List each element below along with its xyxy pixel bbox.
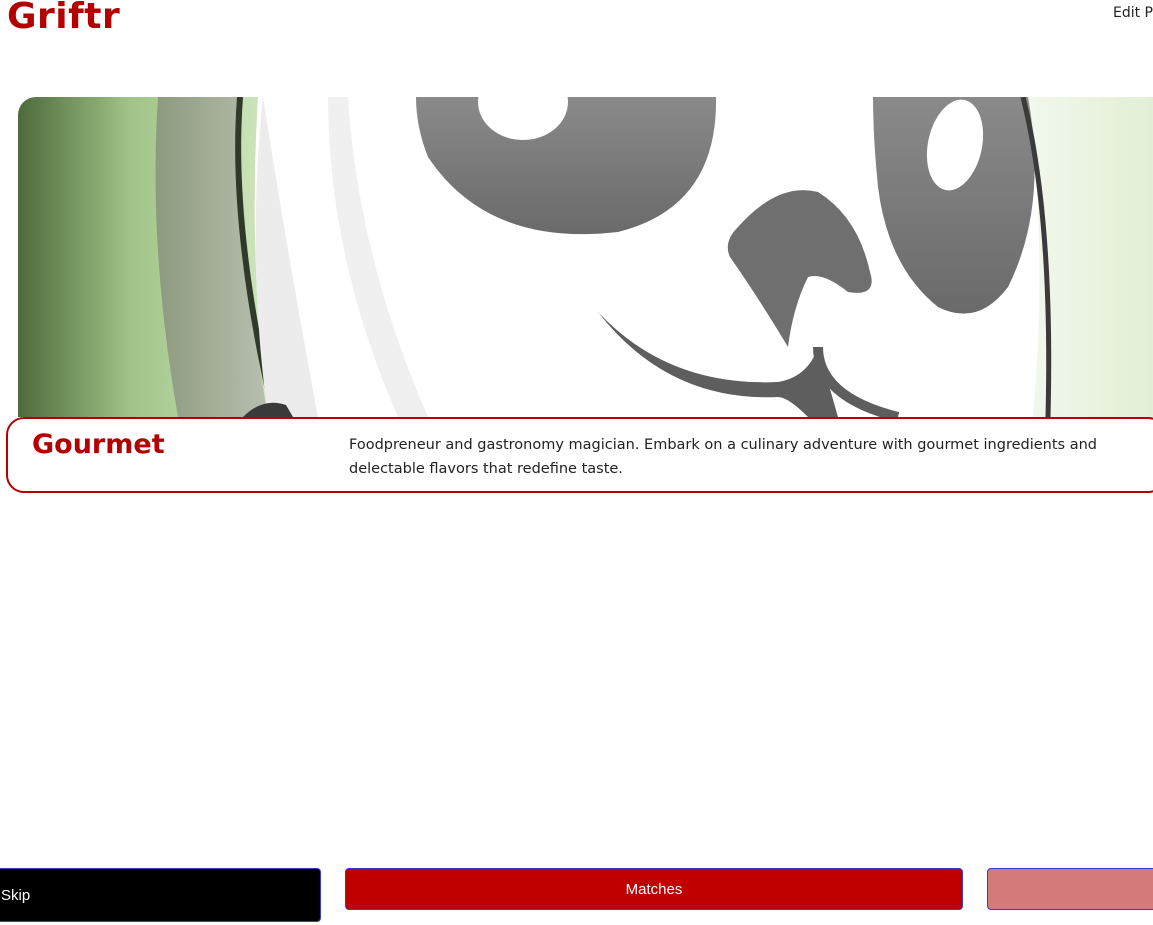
profile-image [18, 97, 1153, 417]
profile-description: Foodpreneur and gastronomy magician. Emb… [349, 437, 1097, 477]
profile-name: Gourmet [32, 429, 165, 460]
like-button[interactable] [987, 868, 1153, 910]
brand-logo[interactable]: Griftr [7, 0, 120, 37]
matches-button[interactable]: Matches [345, 868, 963, 910]
panda-illustration [18, 97, 1153, 417]
profile-info-card: Gourmet Foodpreneur and gastronomy magic… [6, 417, 1153, 493]
skip-button[interactable]: Skip [0, 868, 321, 922]
app-page: Griftr Edit P Gourmet Foodpreneur and ga… [0, 0, 1153, 925]
edit-profile-link[interactable]: Edit P [1113, 5, 1153, 21]
